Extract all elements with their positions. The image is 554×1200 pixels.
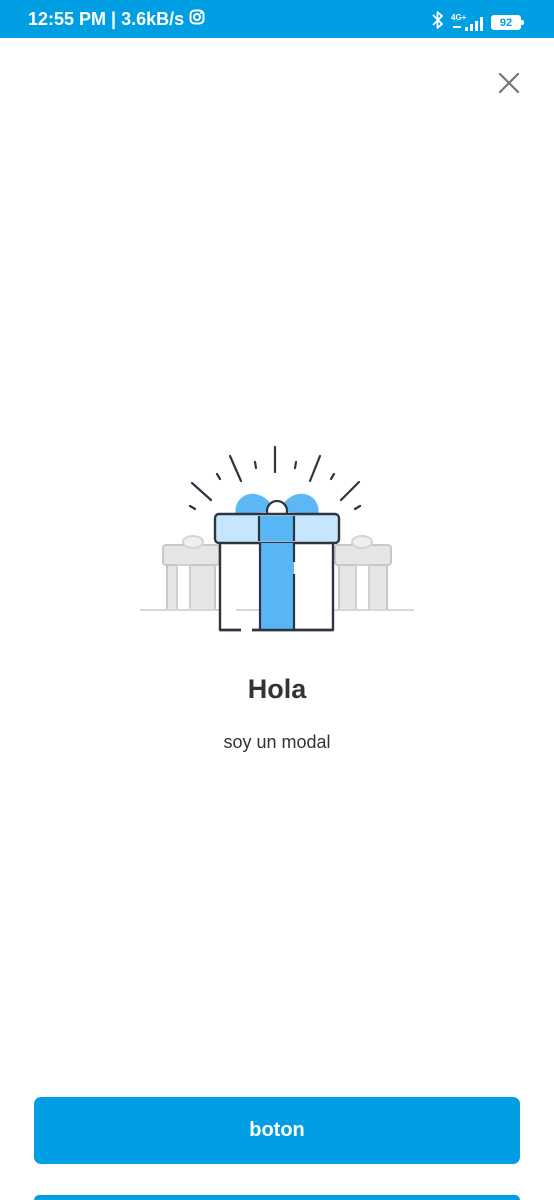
status-right: 4G+ 92 bbox=[431, 10, 524, 35]
instagram-icon bbox=[189, 9, 205, 30]
primary-button[interactable]: boton bbox=[34, 1097, 520, 1164]
close-icon bbox=[497, 71, 521, 100]
battery-level: 92 bbox=[499, 16, 513, 29]
bottom-bar-partial bbox=[34, 1195, 520, 1200]
modal-title: Hola bbox=[247, 674, 307, 704]
status-left: 12:55 PM | 3.6kB/s bbox=[28, 9, 205, 30]
gift-boxes-illustration bbox=[138, 444, 416, 634]
bluetooth-icon bbox=[431, 10, 445, 35]
modal-screen: 12:55 PM | 3.6kB/s 4G+ 92 Hola soy un mo… bbox=[0, 0, 554, 1200]
network-speed: 3.6kB/s bbox=[121, 9, 185, 29]
battery-icon: 92 bbox=[491, 15, 524, 30]
modal-description: soy un modal bbox=[223, 732, 331, 752]
status-bar: 12:55 PM | 3.6kB/s 4G+ 92 bbox=[0, 0, 554, 38]
cellular-signal-icon: 4G+ bbox=[451, 13, 485, 32]
status-time: 12:55 PM bbox=[28, 9, 107, 29]
close-button[interactable] bbox=[490, 66, 528, 104]
status-separator: | bbox=[111, 9, 117, 29]
